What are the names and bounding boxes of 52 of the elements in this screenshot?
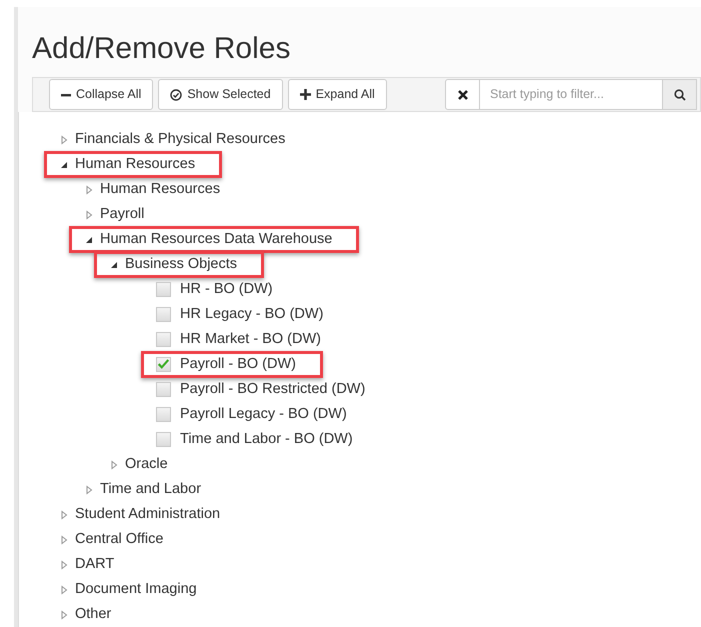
filter-field[interactable]: Start typing to filter...	[480, 79, 662, 110]
collapsed-triangle-icon[interactable]	[109, 460, 119, 470]
page-title: Add/Remove Roles	[32, 31, 292, 67]
checkbox[interactable]	[156, 332, 171, 347]
checkbox[interactable]	[156, 357, 171, 372]
tree-item-label[interactable]: Payroll	[100, 204, 144, 226]
collapsed-triangle-icon[interactable]	[59, 560, 69, 570]
expanded-triangle-icon[interactable]	[109, 260, 119, 270]
tree-item-label[interactable]: HR Legacy - BO (DW)	[180, 304, 324, 326]
tree-item-label[interactable]: Payroll Legacy - BO (DW)	[180, 404, 347, 426]
tree-item-label[interactable]: DART	[75, 554, 114, 576]
tree-item-label[interactable]: HR - BO (DW)	[180, 278, 273, 300]
collapsed-triangle-icon[interactable]	[59, 534, 69, 544]
checkmark-icon	[157, 358, 170, 371]
check-circle-icon	[170, 88, 182, 100]
expanded-triangle-icon[interactable]	[84, 234, 94, 244]
tree-item-label[interactable]: Human Resources	[75, 154, 196, 176]
clear-filter-button[interactable]	[445, 79, 480, 110]
collapsed-triangle-icon[interactable]	[84, 184, 94, 194]
checkbox[interactable]	[156, 282, 171, 297]
checkbox[interactable]	[156, 407, 171, 422]
collapsed-triangle-icon[interactable]	[84, 484, 94, 494]
tree-item-label[interactable]: Time and Labor - BO (DW)	[180, 428, 353, 450]
tree-item-label[interactable]: Oracle	[125, 454, 168, 476]
tree-item-label[interactable]: Financials & Physical Resources	[75, 128, 286, 150]
tree-item-label[interactable]: HR Market - BO (DW)	[180, 328, 321, 350]
tree-item-label[interactable]: Payroll - BO Restricted (DW)	[180, 378, 366, 400]
toolbar-button[interactable]: Show Selected	[158, 79, 283, 110]
collapsed-triangle-icon[interactable]	[59, 610, 69, 620]
tree-item-label[interactable]: Business Objects	[125, 254, 238, 276]
search-button[interactable]	[662, 79, 697, 110]
collapsed-triangle-icon[interactable]	[59, 584, 69, 594]
tree-item-label[interactable]: Time and Labor	[100, 478, 202, 500]
toolbar-button[interactable]: Collapse All	[49, 79, 154, 110]
checkbox[interactable]	[156, 307, 171, 322]
search-icon	[674, 88, 686, 100]
tree-item-label[interactable]: Central Office	[75, 528, 164, 550]
close-icon	[458, 90, 468, 100]
expanded-triangle-icon[interactable]	[59, 160, 69, 170]
toolbar-button[interactable]: Expand All	[288, 79, 387, 110]
collapsed-triangle-icon[interactable]	[59, 134, 69, 144]
tree-item-label[interactable]: Payroll - BO (DW)	[180, 354, 296, 376]
tree-item-label[interactable]: Human Resources	[100, 178, 220, 200]
collapsed-triangle-icon[interactable]	[59, 510, 69, 520]
checkbox[interactable]	[156, 382, 171, 397]
tree-item-label[interactable]: Human Resources Data Warehouse	[100, 228, 332, 250]
checkbox[interactable]	[156, 432, 171, 447]
plus-icon	[300, 89, 311, 100]
tree-item-label[interactable]: Other	[75, 604, 112, 626]
tree-item-label[interactable]: Document Imaging	[75, 578, 197, 600]
collapsed-triangle-icon[interactable]	[84, 210, 94, 220]
tree-item-label[interactable]: Student Administration	[75, 504, 220, 526]
